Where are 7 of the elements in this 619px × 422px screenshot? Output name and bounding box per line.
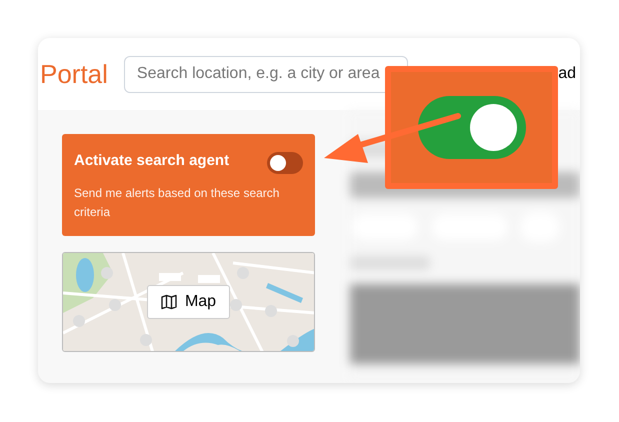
toggle-switch[interactable] — [267, 152, 303, 174]
map-icon — [160, 294, 177, 310]
map-button[interactable]: Map — [147, 285, 230, 319]
header-link[interactable]: ad — [558, 62, 576, 86]
card-description: Send me alerts based on these search criteria — [74, 185, 280, 221]
search-field[interactable]: Search location, e.g. a city or area — [124, 56, 408, 92]
card-title: Activate search agent — [74, 150, 230, 171]
